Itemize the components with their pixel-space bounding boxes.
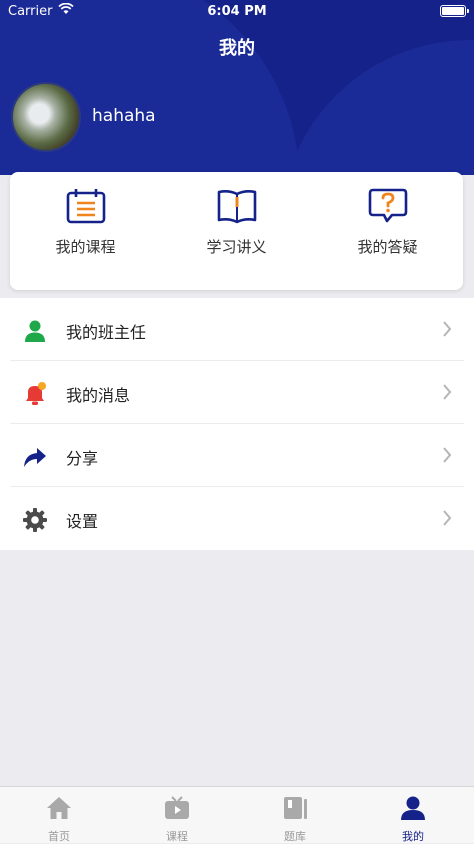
- chevron-right-icon: [443, 384, 452, 400]
- menu-item-share[interactable]: 分享: [0, 424, 474, 487]
- study-notes-label: 学习讲义: [206, 238, 267, 256]
- tv-icon: [165, 796, 189, 819]
- menu-item-label: 设置: [66, 512, 99, 531]
- my-qa-button[interactable]: 我的答疑: [312, 172, 463, 290]
- tab-bar: 首页 课程 题库 我的: [0, 786, 474, 843]
- tab-mine[interactable]: 我的: [354, 787, 472, 844]
- status-bar: Carrier 6:04 PM: [0, 0, 474, 24]
- header-decoration: [280, 40, 474, 175]
- my-courses-label: 我的课程: [55, 238, 116, 256]
- question-bubble-icon: [368, 188, 408, 223]
- menu-item-label: 分享: [66, 449, 99, 468]
- menu-item-settings[interactable]: 设置: [0, 487, 474, 550]
- calendar-list-icon: [66, 189, 106, 224]
- tab-label: 我的: [402, 830, 424, 843]
- chevron-right-icon: [443, 321, 452, 337]
- battery-icon: [440, 5, 469, 17]
- bell-icon: [26, 382, 46, 405]
- share-arrow-icon: [24, 448, 46, 467]
- chevron-right-icon: [443, 510, 452, 526]
- chevron-right-icon: [443, 447, 452, 463]
- menu-item-class-teacher[interactable]: 我的班主任: [0, 298, 474, 361]
- gear-icon: [23, 508, 47, 532]
- tab-label: 课程: [166, 830, 188, 843]
- tab-label: 首页: [48, 830, 70, 843]
- tab-home[interactable]: 首页: [0, 787, 118, 844]
- menu-item-messages[interactable]: 我的消息: [0, 361, 474, 424]
- settings-menu: 我的班主任 我的消息 分享 设置: [0, 298, 474, 550]
- user-icon: [401, 796, 425, 820]
- menu-item-label: 我的班主任: [66, 323, 147, 342]
- book-icon: [284, 797, 307, 819]
- username[interactable]: hahaha: [92, 106, 156, 126]
- home-icon: [47, 797, 71, 819]
- clock: 6:04 PM: [207, 4, 267, 19]
- study-notes-button[interactable]: 学习讲义: [161, 172, 312, 290]
- page-title: 我的: [219, 38, 255, 59]
- tab-question-bank[interactable]: 题库: [236, 787, 354, 844]
- my-qa-label: 我的答疑: [357, 238, 418, 256]
- avatar[interactable]: [11, 82, 81, 152]
- profile-header: [0, 0, 474, 175]
- menu-item-label: 我的消息: [66, 386, 131, 405]
- open-book-icon: [217, 190, 257, 224]
- my-courses-button[interactable]: 我的课程: [10, 172, 161, 290]
- tab-courses[interactable]: 课程: [118, 787, 236, 844]
- tab-label: 题库: [284, 830, 306, 843]
- quick-actions-card: 我的课程 学习讲义 我的答疑: [10, 172, 463, 290]
- person-icon: [25, 320, 45, 342]
